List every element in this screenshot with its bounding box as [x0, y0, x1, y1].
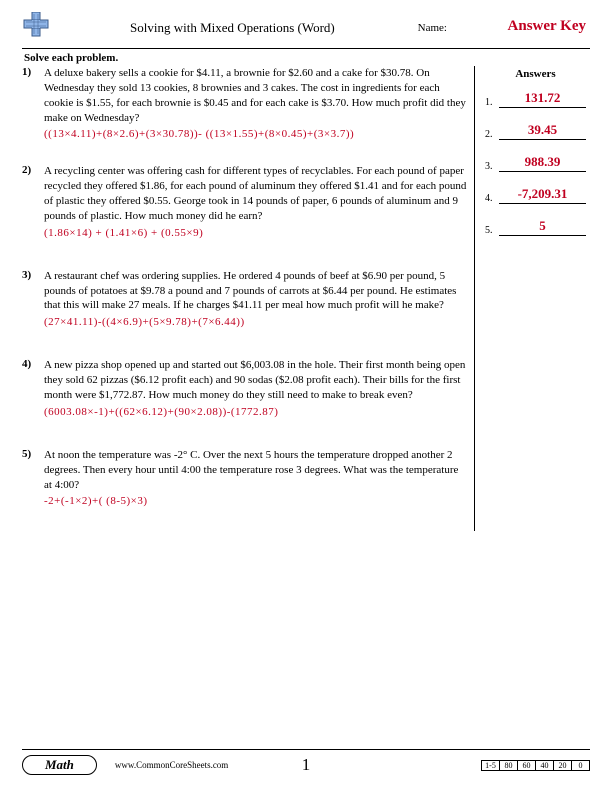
- answer-key-label: Answer Key: [508, 18, 586, 35]
- score-table: 1-5 80 60 40 20 0: [481, 760, 590, 771]
- header: Solving with Mixed Operations (Word) Nam…: [0, 0, 612, 48]
- name-label: Name:: [418, 22, 447, 34]
- answer-value: 5: [499, 218, 586, 236]
- problem-solution: (27×41.11)-((4×6.9)+(5×9.78)+(7×6.44)): [44, 316, 468, 328]
- footer-row: Math www.CommonCoreSheets.com 1 1-5 80 6…: [22, 754, 590, 776]
- problems-column: 1) A deluxe bakery sells a cookie for $4…: [22, 66, 472, 531]
- answer-row-4: 4. -7,209.31: [485, 186, 586, 204]
- problem-solution: -2+(-1×2)+( (8-5)×3): [44, 495, 468, 507]
- problem-number: 5): [22, 448, 44, 508]
- problem-number: 4): [22, 358, 44, 418]
- problem-text: A restaurant chef was ordering supplies.…: [44, 269, 468, 314]
- score-cell: 80: [500, 760, 518, 770]
- answer-value: 131.72: [499, 90, 586, 108]
- answer-value: -7,209.31: [499, 186, 586, 204]
- answer-number: 2.: [485, 129, 499, 140]
- problem-2: 2) A recycling center was offering cash …: [22, 164, 468, 238]
- score-cell: 60: [518, 760, 536, 770]
- answer-row-2: 2. 39.45: [485, 122, 586, 140]
- answers-column: Answers 1. 131.72 2. 39.45 3. 988.39 4. …: [474, 66, 586, 531]
- score-cell: 20: [554, 760, 572, 770]
- logo-cross-icon: [22, 12, 50, 46]
- problem-text: A deluxe bakery sells a cookie for $4.11…: [44, 66, 468, 125]
- answer-row-1: 1. 131.72: [485, 90, 586, 108]
- problem-number: 1): [22, 66, 44, 140]
- worksheet-page: Solving with Mixed Operations (Word) Nam…: [0, 0, 612, 792]
- problem-number: 2): [22, 164, 44, 238]
- instruction-text: Solve each problem.: [24, 52, 612, 64]
- problem-text: A new pizza shop opened up and started o…: [44, 358, 468, 403]
- worksheet-title: Solving with Mixed Operations (Word): [130, 20, 335, 36]
- score-cell: 40: [536, 760, 554, 770]
- problem-5: 5) At noon the temperature was -2° C. Ov…: [22, 448, 468, 508]
- footer-site: www.CommonCoreSheets.com: [115, 760, 228, 770]
- problem-number: 3): [22, 269, 44, 329]
- answers-title: Answers: [485, 68, 586, 80]
- problem-text: A recycling center was offering cash for…: [44, 164, 468, 223]
- score-cell: 0: [572, 760, 590, 770]
- main-area: 1) A deluxe bakery sells a cookie for $4…: [0, 66, 612, 531]
- answer-number: 5.: [485, 225, 499, 236]
- subject-badge: Math: [22, 755, 97, 775]
- answer-number: 1.: [485, 97, 499, 108]
- problem-3: 3) A restaurant chef was ordering suppli…: [22, 269, 468, 329]
- answer-value: 988.39: [499, 154, 586, 172]
- answer-row-5: 5. 5: [485, 218, 586, 236]
- problem-solution: (1.86×14) + (1.41×6) + (0.55×9): [44, 227, 468, 239]
- footer-rule: [22, 749, 590, 750]
- problem-1: 1) A deluxe bakery sells a cookie for $4…: [22, 66, 468, 140]
- problem-text: At noon the temperature was -2° C. Over …: [44, 448, 468, 493]
- problem-solution: (6003.08×-1)+((62×6.12)+(90×2.08))-(1772…: [44, 406, 468, 418]
- footer-page-number: 1: [302, 755, 311, 775]
- answer-row-3: 3. 988.39: [485, 154, 586, 172]
- problem-4: 4) A new pizza shop opened up and starte…: [22, 358, 468, 418]
- answer-number: 4.: [485, 193, 499, 204]
- answer-value: 39.45: [499, 122, 586, 140]
- answer-number: 3.: [485, 161, 499, 172]
- problem-solution: ((13×4.11)+(8×2.6)+(3×30.78))- ((13×1.55…: [44, 128, 468, 140]
- header-rule: [22, 48, 590, 49]
- footer: Math www.CommonCoreSheets.com 1 1-5 80 6…: [22, 749, 590, 776]
- score-label: 1-5: [482, 760, 500, 770]
